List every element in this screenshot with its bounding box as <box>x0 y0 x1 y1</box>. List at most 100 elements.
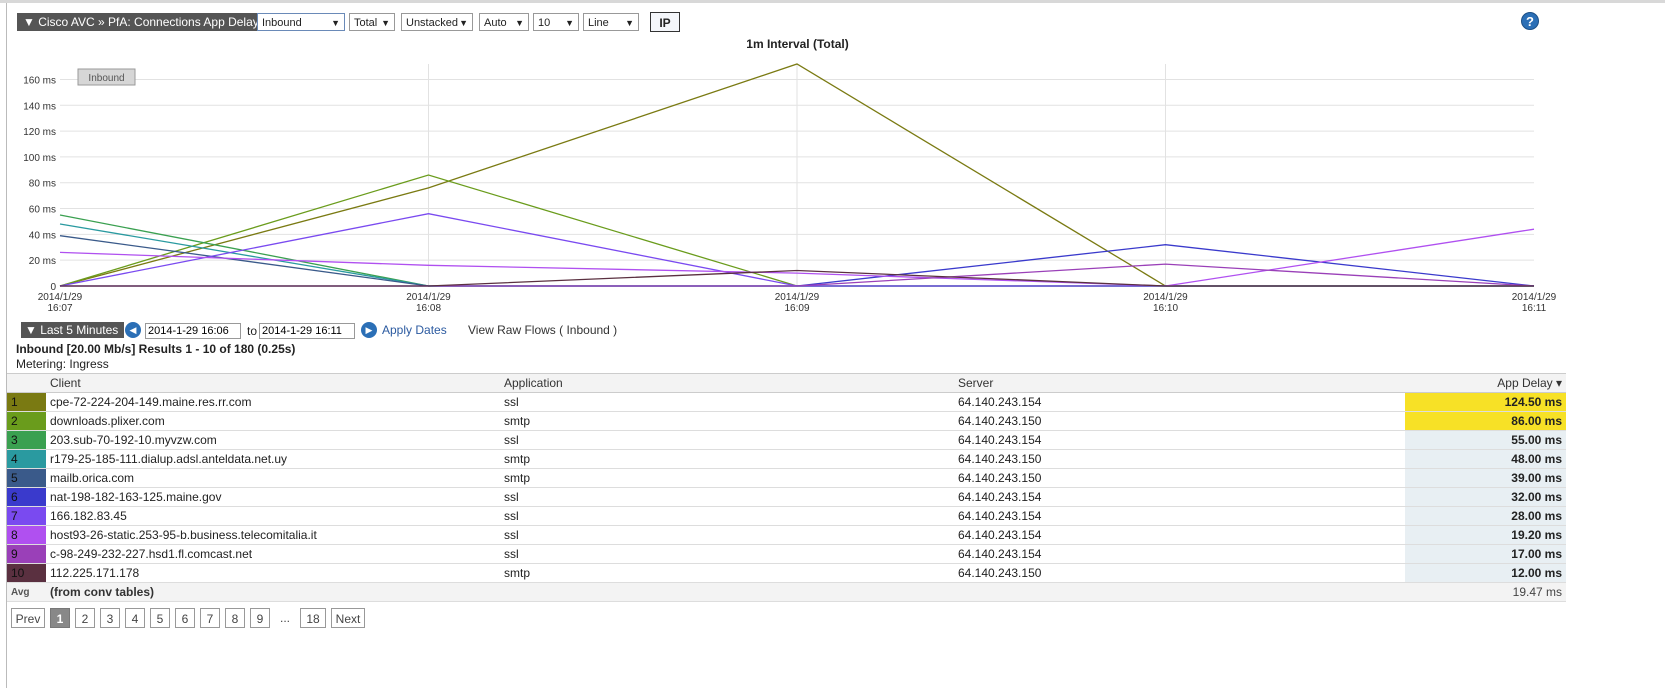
next-period-icon[interactable]: ▶ <box>361 322 377 338</box>
page-7-button[interactable]: 7 <box>200 608 220 628</box>
table-row[interactable]: 9 c-98-249-232-227.hsd1.fl.comcast.net ssl… <box>7 544 1566 564</box>
start-date-input[interactable] <box>145 323 241 339</box>
page-2-button[interactable]: 2 <box>75 608 95 628</box>
table-row[interactable]: 5 mailb.orica.com smtp 64.140.243.150 39.00 … <box>7 468 1566 488</box>
client-cell[interactable]: host93-26-static.253-95-b.business.telec… <box>46 525 500 545</box>
table-row[interactable]: 10 112.225.171.178 smtp 64.140.243.150 12.00… <box>7 563 1566 583</box>
page-6-button[interactable]: 6 <box>175 608 195 628</box>
client-cell[interactable]: cpe-72-224-204-149.maine.res.rr.com <box>46 392 500 412</box>
rank-header <box>7 373 46 393</box>
server-cell[interactable]: 64.140.243.154 <box>954 506 1405 526</box>
server-cell[interactable]: 64.140.243.154 <box>954 487 1405 507</box>
app-delay-chart: 020 ms40 ms60 ms80 ms100 ms120 ms140 ms1… <box>23 63 1557 314</box>
x-tick-date: 2014/1/29 <box>38 292 83 303</box>
client-cell[interactable]: 166.182.83.45 <box>46 506 500 526</box>
rank-swatch: 10 <box>7 563 46 583</box>
app-delay-cell: 124.50 ms <box>1405 392 1566 412</box>
apply-dates-link[interactable]: Apply Dates <box>382 323 447 337</box>
table-row[interactable]: 6 nat-198-182-163-125.maine.gov ssl 64.140.… <box>7 487 1566 507</box>
page-9-button[interactable]: 9 <box>250 608 270 628</box>
direction-select[interactable]: Inbound ▼ <box>257 13 345 31</box>
y-tick-label: 100 ms <box>23 153 56 164</box>
table-row[interactable]: 1 cpe-72-224-204-149.maine.res.rr.com ssl 6… <box>7 392 1566 412</box>
y-tick-label: 60 ms <box>29 205 56 216</box>
x-tick-date: 2014/1/29 <box>1512 292 1557 303</box>
server-header[interactable]: Server <box>954 373 1405 393</box>
application-header[interactable]: Application <box>500 373 954 393</box>
x-tick-time: 16:09 <box>784 303 809 314</box>
x-tick-time: 16:10 <box>1153 303 1178 314</box>
app-delay-cell: 48.00 ms <box>1405 449 1566 469</box>
server-cell[interactable]: 64.140.243.150 <box>954 563 1405 583</box>
chevron-down-icon: ▼ <box>381 18 390 28</box>
previous-period-icon[interactable]: ◀ <box>125 322 141 338</box>
application-cell: smtp <box>500 468 954 488</box>
chart-type-select[interactable]: Line ▼ <box>583 13 639 31</box>
application-cell: ssl <box>500 392 954 412</box>
server-cell[interactable]: 64.140.243.150 <box>954 449 1405 469</box>
rank-swatch: 5 <box>7 468 46 488</box>
x-tick-time: 16:07 <box>47 303 72 314</box>
app-delay-cell: 12.00 ms <box>1405 563 1566 583</box>
table-row[interactable]: 2 downloads.plixer.com smtp 64.140.243.150 8… <box>7 411 1566 431</box>
next-page-button[interactable]: Next <box>331 608 365 628</box>
client-cell[interactable]: 203.sub-70-192-10.myvzw.com <box>46 430 500 450</box>
report-panel: ▼ Cisco AVC » PfA: Connections App Delay… <box>6 3 1665 688</box>
rank-swatch: 4 <box>7 449 46 469</box>
application-cell: ssl <box>500 487 954 507</box>
app-delay-header[interactable]: App Delay ▾ <box>1405 373 1566 393</box>
stacking-select[interactable]: Unstacked ▼ <box>401 13 473 31</box>
average-row: Avg (from conv tables) 19.47 ms <box>7 582 1566 602</box>
client-cell[interactable]: 112.225.171.178 <box>46 563 500 583</box>
page-5-button[interactable]: 5 <box>150 608 170 628</box>
table-row[interactable]: 3 203.sub-70-192-10.myvzw.com ssl 64.140.24… <box>7 430 1566 450</box>
table-row[interactable]: 7 166.182.83.45 ssl 64.140.243.154 28.00 ms <box>7 506 1566 526</box>
application-cell: smtp <box>500 449 954 469</box>
help-icon[interactable]: ? <box>1521 12 1539 30</box>
end-date-input[interactable] <box>259 323 355 339</box>
application-cell: smtp <box>500 563 954 583</box>
chevron-down-icon: ▼ <box>515 18 524 28</box>
view-raw-flows-link[interactable]: View Raw Flows ( Inbound ) <box>468 323 617 337</box>
table-row[interactable]: 4 r179-25-185-111.dialup.adsl.anteldata.n… <box>7 449 1566 469</box>
page-18-button[interactable]: 18 <box>300 608 326 628</box>
server-cell[interactable]: 64.140.243.150 <box>954 468 1405 488</box>
ip-button[interactable]: IP <box>650 12 680 32</box>
page-1-button[interactable]: 1 <box>50 608 70 628</box>
total-select[interactable]: Total ▼ <box>349 13 395 31</box>
legend-badge-label: Inbound <box>88 73 124 84</box>
application-cell: ssl <box>500 506 954 526</box>
report-title-menu[interactable]: ▼ Cisco AVC » PfA: Connections App Delay <box>17 13 269 31</box>
rank-swatch: 2 <box>7 411 46 431</box>
y-tick-label: 40 ms <box>29 230 56 241</box>
client-cell[interactable]: r179-25-185-111.dialup.adsl.anteldata.ne… <box>46 449 500 469</box>
time-range-menu[interactable]: ▼ Last 5 Minutes <box>21 322 125 338</box>
stacking-select-value: Unstacked <box>406 17 458 29</box>
rank-swatch: 1 <box>7 392 46 412</box>
page-3-button[interactable]: 3 <box>100 608 120 628</box>
rank-swatch: 3 <box>7 430 46 450</box>
app-delay-cell: 32.00 ms <box>1405 487 1566 507</box>
server-cell[interactable]: 64.140.243.154 <box>954 430 1405 450</box>
client-cell[interactable]: c-98-249-232-227.hsd1.fl.comcast.net <box>46 544 500 564</box>
server-cell[interactable]: 64.140.243.154 <box>954 525 1405 545</box>
app-delay-cell: 86.00 ms <box>1405 411 1566 431</box>
client-cell[interactable]: nat-198-182-163-125.maine.gov <box>46 487 500 507</box>
direction-select-value: Inbound <box>262 17 302 29</box>
total-select-value: Total <box>354 17 378 29</box>
client-header[interactable]: Client <box>46 373 500 393</box>
scale-select[interactable]: Auto ▼ <box>479 13 529 31</box>
table-row[interactable]: 8 host93-26-static.253-95-b.business.tele… <box>7 525 1566 545</box>
page-8-button[interactable]: 8 <box>225 608 245 628</box>
server-cell[interactable]: 64.140.243.150 <box>954 411 1405 431</box>
chart-grid <box>60 64 1534 287</box>
count-select[interactable]: 10 ▼ <box>533 13 579 31</box>
client-cell[interactable]: downloads.plixer.com <box>46 411 500 431</box>
server-cell[interactable]: 64.140.243.154 <box>954 392 1405 412</box>
chevron-down-icon: ▼ <box>565 18 574 28</box>
server-cell[interactable]: 64.140.243.154 <box>954 544 1405 564</box>
prev-page-button[interactable]: Prev <box>11 608 45 628</box>
application-cell: ssl <box>500 430 954 450</box>
client-cell[interactable]: mailb.orica.com <box>46 468 500 488</box>
page-4-button[interactable]: 4 <box>125 608 145 628</box>
